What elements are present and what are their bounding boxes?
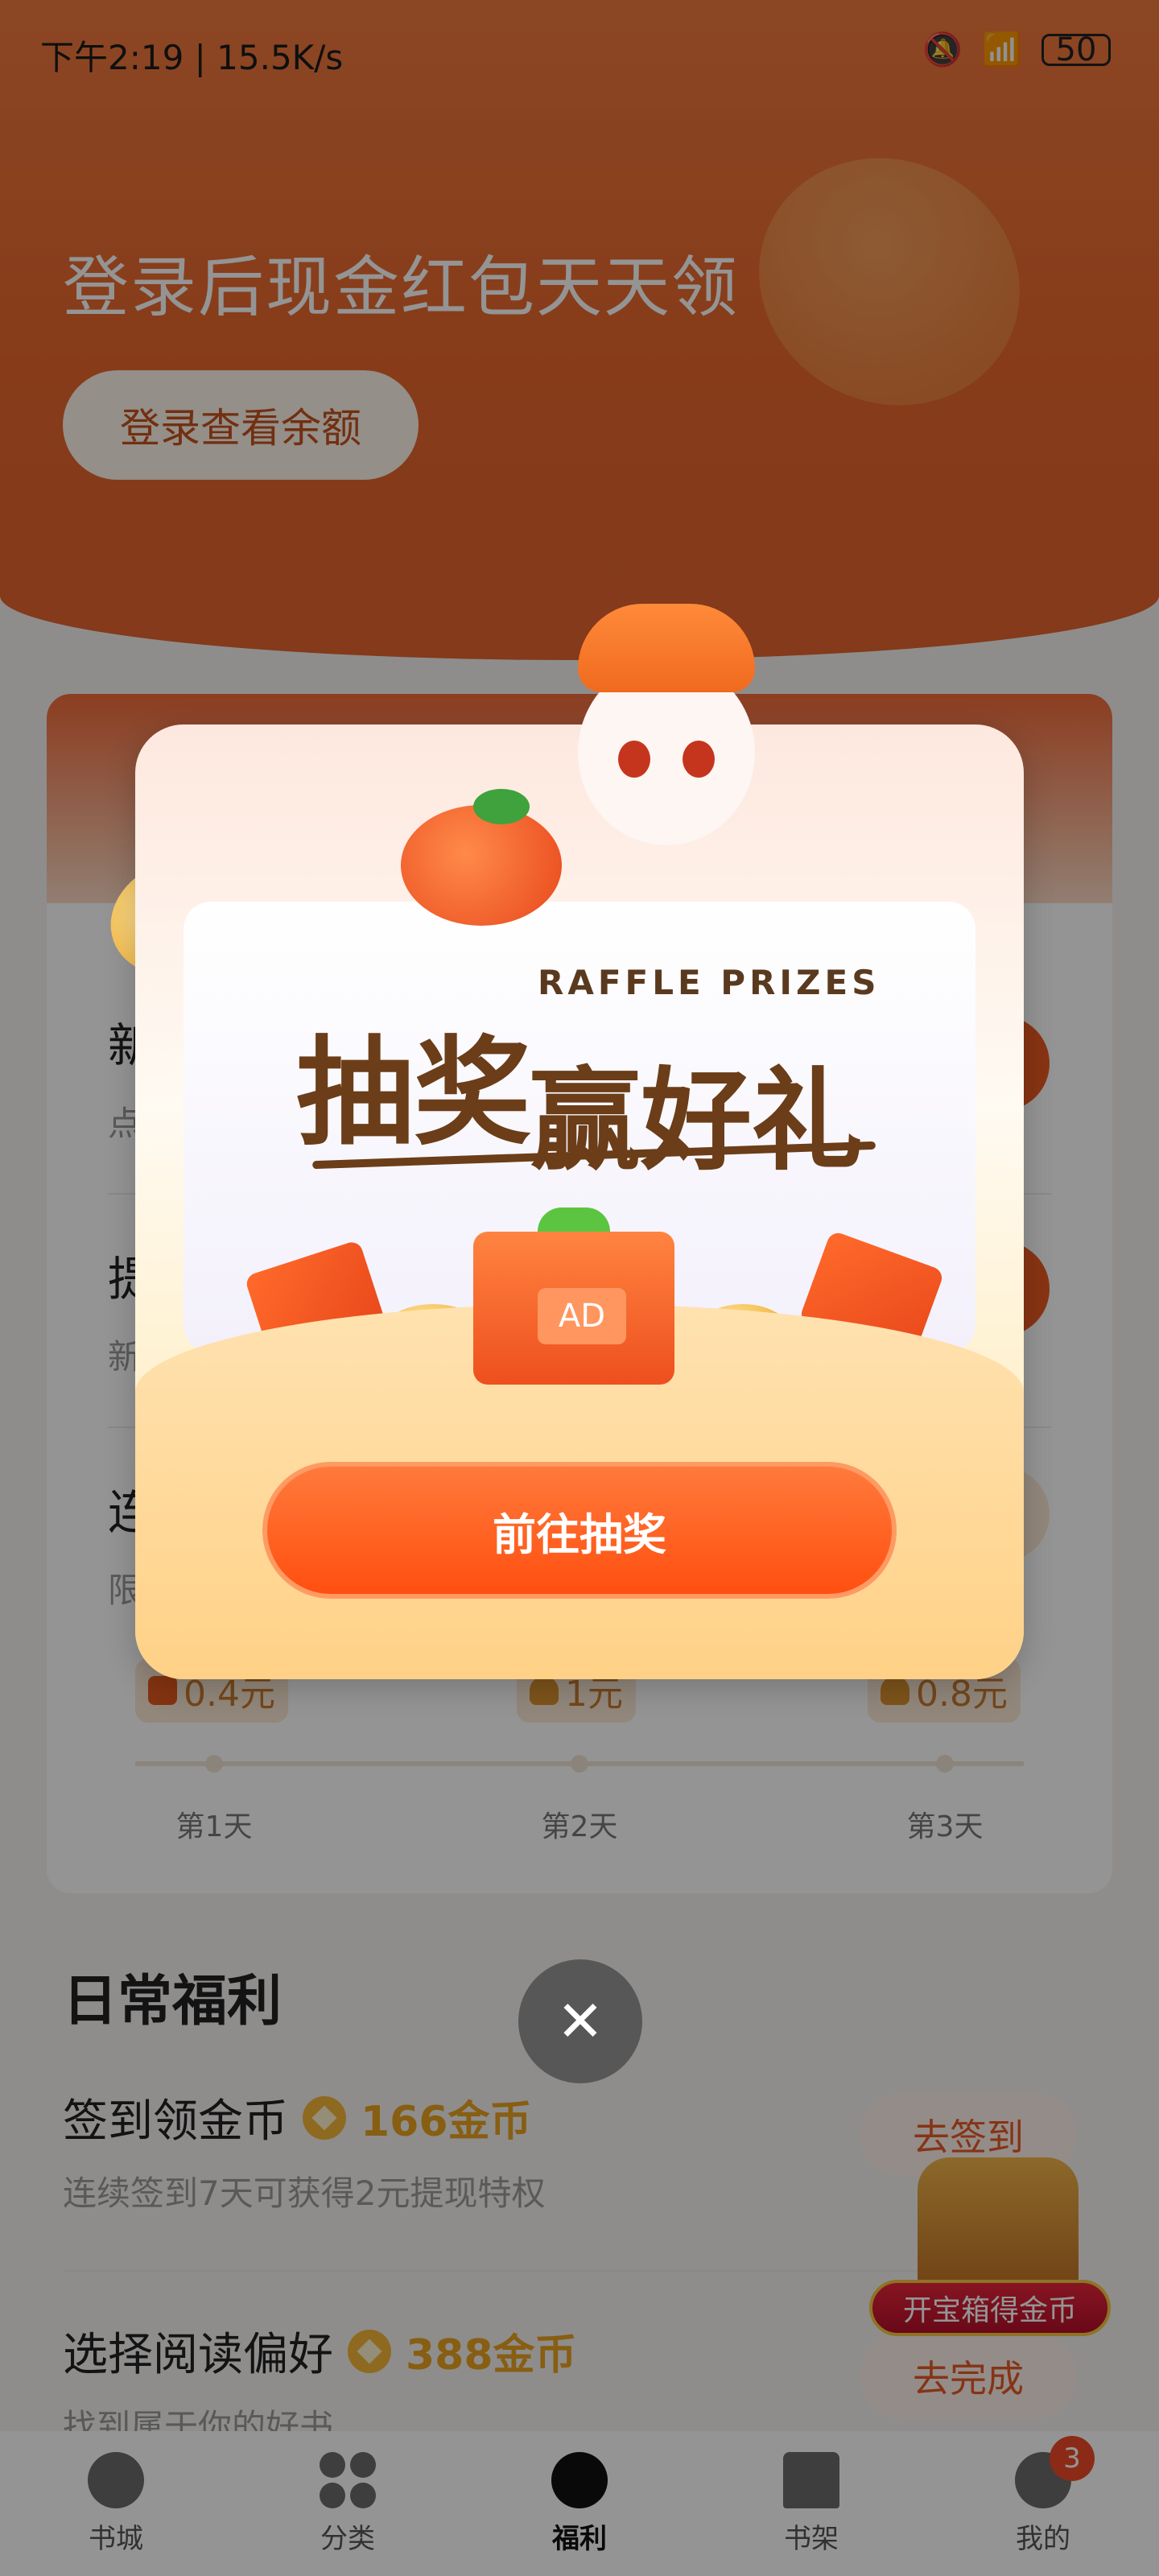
modal-title-part1: 抽奖 (296, 1024, 531, 1162)
gift-box-label: AD (538, 1288, 626, 1344)
character-hat (578, 604, 755, 692)
close-modal-button[interactable]: ✕ (518, 1959, 642, 2083)
close-icon: ✕ (556, 1988, 604, 2054)
modal-subtitle: RAFFLE PRIZES (538, 963, 881, 1002)
gift-box-icon: AD (473, 1232, 674, 1385)
tomato-mascot (401, 805, 562, 926)
raffle-modal: RAFFLE PRIZES 抽奖 赢好礼 AD 前往抽奖 (135, 604, 1024, 1679)
tomato-leaf (473, 789, 530, 824)
character-illustration (562, 604, 771, 894)
modal-title-part2: 赢好礼 (530, 1055, 864, 1186)
character-eye (683, 741, 715, 778)
character-eye (618, 741, 650, 778)
go-raffle-button[interactable]: 前往抽奖 (262, 1462, 897, 1599)
